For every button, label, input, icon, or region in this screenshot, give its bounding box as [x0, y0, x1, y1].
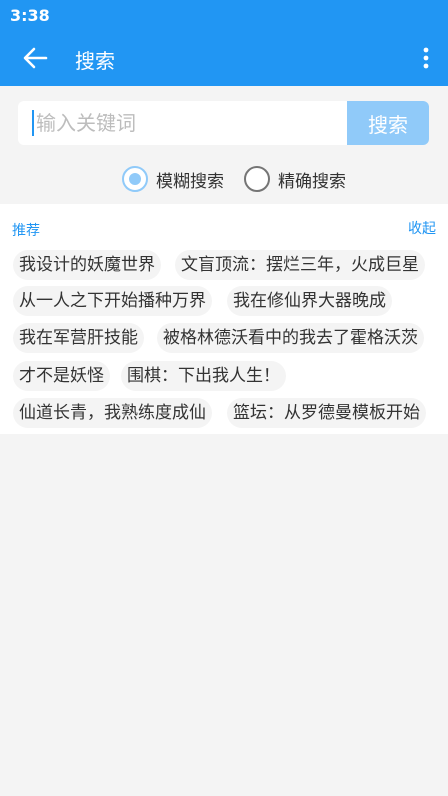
- radio-unchecked-icon: [244, 166, 270, 192]
- arrow-left-icon: [23, 47, 48, 69]
- radio-label-fuzzy: 模糊搜索: [156, 171, 224, 192]
- recommend-tag[interactable]: 我在军营肝技能: [13, 323, 144, 353]
- recommend-tag[interactable]: 被格林德沃看中的我去了霍格沃茨: [157, 323, 424, 353]
- text-cursor: [32, 110, 34, 136]
- recommend-tag[interactable]: 文盲顶流：摆烂三年，火成巨星: [175, 250, 425, 280]
- recommend-tag[interactable]: 从一人之下开始播种万界: [13, 286, 212, 316]
- recommend-tag[interactable]: 我在修仙界大器晚成: [227, 286, 392, 316]
- radio-exact-search[interactable]: 精确搜索: [244, 166, 346, 192]
- search-panel: 搜索 模糊搜索 精确搜索: [0, 86, 448, 204]
- collapse-button[interactable]: 收起: [408, 218, 436, 238]
- recommend-title: 推荐: [12, 223, 40, 239]
- search-button[interactable]: 搜索: [347, 101, 429, 145]
- radio-label-exact: 精确搜索: [278, 171, 346, 192]
- search-box[interactable]: [18, 101, 348, 145]
- recommend-tag[interactable]: 我设计的妖魔世界: [13, 250, 161, 280]
- search-mode-group: 模糊搜索 精确搜索: [0, 166, 448, 194]
- back-button[interactable]: [18, 42, 52, 74]
- page-title: 搜索: [75, 49, 115, 73]
- recommend-tag[interactable]: 才不是妖怪: [13, 361, 110, 391]
- radio-checked-icon: [122, 166, 148, 192]
- status-time: 3:38: [10, 6, 50, 25]
- recommend-tag[interactable]: 围棋：下出我人生！: [121, 361, 286, 391]
- radio-fuzzy-search[interactable]: 模糊搜索: [122, 166, 224, 192]
- recommend-tag[interactable]: 篮坛：从罗德曼模板开始: [227, 398, 426, 428]
- more-vertical-icon: [423, 47, 429, 69]
- app-bar: 3:38 搜索: [0, 0, 448, 86]
- recommend-panel: 推荐 收起 我设计的妖魔世界 文盲顶流：摆烂三年，火成巨星 从一人之下开始播种万…: [0, 204, 448, 434]
- more-options-button[interactable]: [418, 42, 434, 74]
- search-input[interactable]: [36, 111, 326, 135]
- recommend-tag[interactable]: 仙道长青，我熟练度成仙: [13, 398, 212, 428]
